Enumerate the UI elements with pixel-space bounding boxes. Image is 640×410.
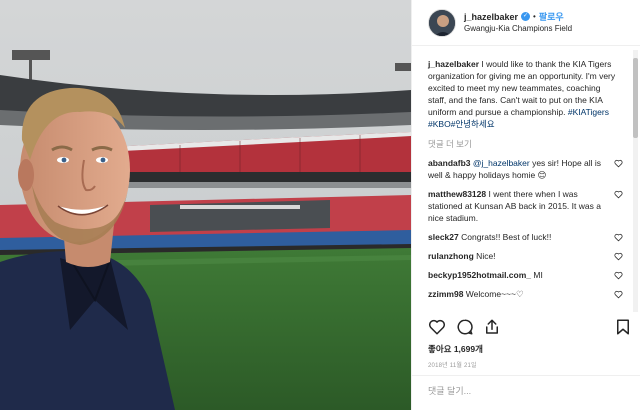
stadium-selfie-image [0, 0, 411, 410]
comments-list[interactable]: j_hazelbaker I would like to thank the K… [412, 47, 640, 313]
likes-count[interactable]: 좋아요 1,699개 [428, 343, 483, 355]
comment-like-heart-icon[interactable] [614, 159, 623, 168]
comment-item: rulanzhong Nice! [428, 250, 623, 262]
header-text: j_hazelbaker ✓ • 팔로우 Gwangju-Kia Champio… [464, 11, 572, 35]
header-username[interactable]: j_hazelbaker [464, 11, 518, 23]
comment-text: Congrats!! Best of luck!! [458, 232, 552, 242]
add-comment-bar [412, 375, 640, 410]
caption-username[interactable]: j_hazelbaker [428, 59, 479, 69]
avatar[interactable] [428, 8, 456, 37]
scrollbar-thumb[interactable] [633, 58, 638, 138]
comment-item: beckyp1952hotmail.com_ MI [428, 269, 623, 281]
share-icon[interactable] [483, 318, 501, 336]
comment-like-heart-icon[interactable] [614, 290, 623, 299]
comment-username[interactable]: rulanzhong [428, 251, 474, 261]
comment-username[interactable]: sleck27 [428, 232, 459, 242]
hashtag-kbo[interactable]: #KBO [428, 119, 451, 129]
post-photo[interactable] [0, 0, 411, 410]
hashtag-kiatigers[interactable]: #KIATigers [568, 107, 609, 117]
comment-username[interactable]: zzimm98 [428, 289, 463, 299]
comment-username[interactable]: beckyp1952hotmail.com_ [428, 270, 531, 280]
comment-item: zzimm98 Welcome~~~♡ [428, 288, 623, 300]
comment-text: Nice! [473, 251, 496, 261]
avatar-image [429, 9, 455, 36]
location-link[interactable]: Gwangju-Kia Champions Field [464, 23, 572, 35]
post-date[interactable]: 2018년 11월 21일 [428, 360, 477, 369]
separator-dot: • [533, 11, 536, 21]
bookmark-icon[interactable] [614, 318, 632, 336]
comment-like-heart-icon[interactable] [614, 233, 623, 242]
comment-mention[interactable]: @j_hazelbaker [473, 158, 530, 168]
comment-text: MI [531, 270, 543, 280]
comments-scrollbar[interactable] [633, 50, 638, 312]
caption: j_hazelbaker I would like to thank the K… [428, 58, 618, 130]
comment-icon[interactable] [456, 318, 474, 336]
load-more-comments-button[interactable]: 댓글 더 보기 [428, 138, 627, 150]
verified-badge-icon: ✓ [521, 12, 531, 21]
post-sidebar: j_hazelbaker ✓ • 팔로우 Gwangju-Kia Champio… [411, 0, 640, 410]
comment-text: Welcome~~~♡ [463, 289, 524, 299]
comment-input[interactable] [428, 386, 618, 396]
follow-button[interactable]: 팔로우 [539, 11, 564, 23]
hashtag-greeting[interactable]: #안녕하세요 [451, 119, 495, 129]
comment-item: matthew83128 I went there when I was sta… [428, 188, 623, 224]
post-header: j_hazelbaker ✓ • 팔로우 Gwangju-Kia Champio… [412, 0, 640, 46]
comment-username[interactable]: matthew83128 [428, 189, 486, 199]
comment-like-heart-icon[interactable] [614, 190, 623, 199]
comment-like-heart-icon[interactable] [614, 252, 623, 261]
action-bar [428, 318, 629, 338]
heart-icon[interactable] [428, 318, 446, 336]
header-top-row: j_hazelbaker ✓ • 팔로우 [464, 11, 572, 23]
instagram-post: j_hazelbaker ✓ • 팔로우 Gwangju-Kia Champio… [0, 0, 640, 410]
comment-item: sleck27 Congrats!! Best of luck!! [428, 231, 623, 243]
comment-item: abandafb3 @j_hazelbaker yes sir! Hope al… [428, 157, 623, 181]
comment-like-heart-icon[interactable] [614, 271, 623, 280]
comment-username[interactable]: abandafb3 [428, 158, 471, 168]
